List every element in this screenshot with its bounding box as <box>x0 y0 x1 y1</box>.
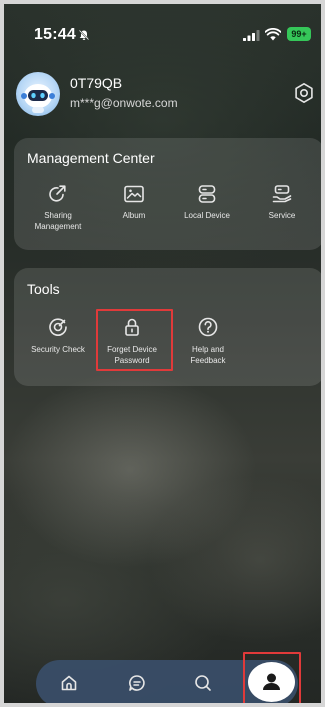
username: 0T79QB <box>70 75 123 91</box>
help-feedback-label: Help and Feedback <box>190 345 226 365</box>
search-icon[interactable] <box>194 674 212 692</box>
battery-icon: 99+ <box>287 27 311 41</box>
management-center-panel: Management Center Sharing Management Alb… <box>14 138 324 250</box>
security-check-label: Security Check <box>31 345 85 354</box>
local-device-item[interactable]: Local Device <box>174 184 240 221</box>
storage-icon <box>198 185 216 203</box>
message-icon[interactable] <box>128 674 146 692</box>
status-time: 15:44 <box>34 26 76 43</box>
service-label: Service <box>268 211 296 220</box>
help-feedback-item[interactable]: Help and Feedback <box>180 316 236 366</box>
share-icon <box>49 185 66 202</box>
profile-header[interactable]: 0T79QB m***g@onwote.com <box>16 70 315 116</box>
tools-title: Tools <box>27 281 60 297</box>
home-icon[interactable] <box>60 674 78 692</box>
signal-icon <box>243 30 260 41</box>
sharing-management-label: Sharing Management <box>34 211 82 231</box>
album-label: Album <box>122 211 146 220</box>
security-check-item[interactable]: Security Check <box>20 316 96 355</box>
image-icon <box>124 185 144 203</box>
robot-avatar-icon <box>21 84 55 113</box>
user-email: m***g@onwote.com <box>70 96 178 110</box>
bell-off-icon <box>78 29 90 41</box>
service-item[interactable]: Service <box>260 184 304 221</box>
security-check-icon <box>49 318 67 336</box>
service-icon <box>272 185 292 203</box>
sharing-management-item[interactable]: Sharing Management <box>18 184 98 232</box>
settings-icon[interactable] <box>293 82 315 104</box>
status-bar: 15:44 99+ <box>0 0 325 48</box>
help-icon <box>198 317 218 337</box>
profile-tab-highlight <box>243 652 301 707</box>
management-center-title: Management Center <box>27 150 155 166</box>
wifi-icon <box>265 28 281 41</box>
album-item[interactable]: Album <box>108 184 160 221</box>
forget-device-password-highlight <box>96 309 173 371</box>
avatar[interactable] <box>16 72 60 116</box>
local-device-label: Local Device <box>184 211 230 220</box>
